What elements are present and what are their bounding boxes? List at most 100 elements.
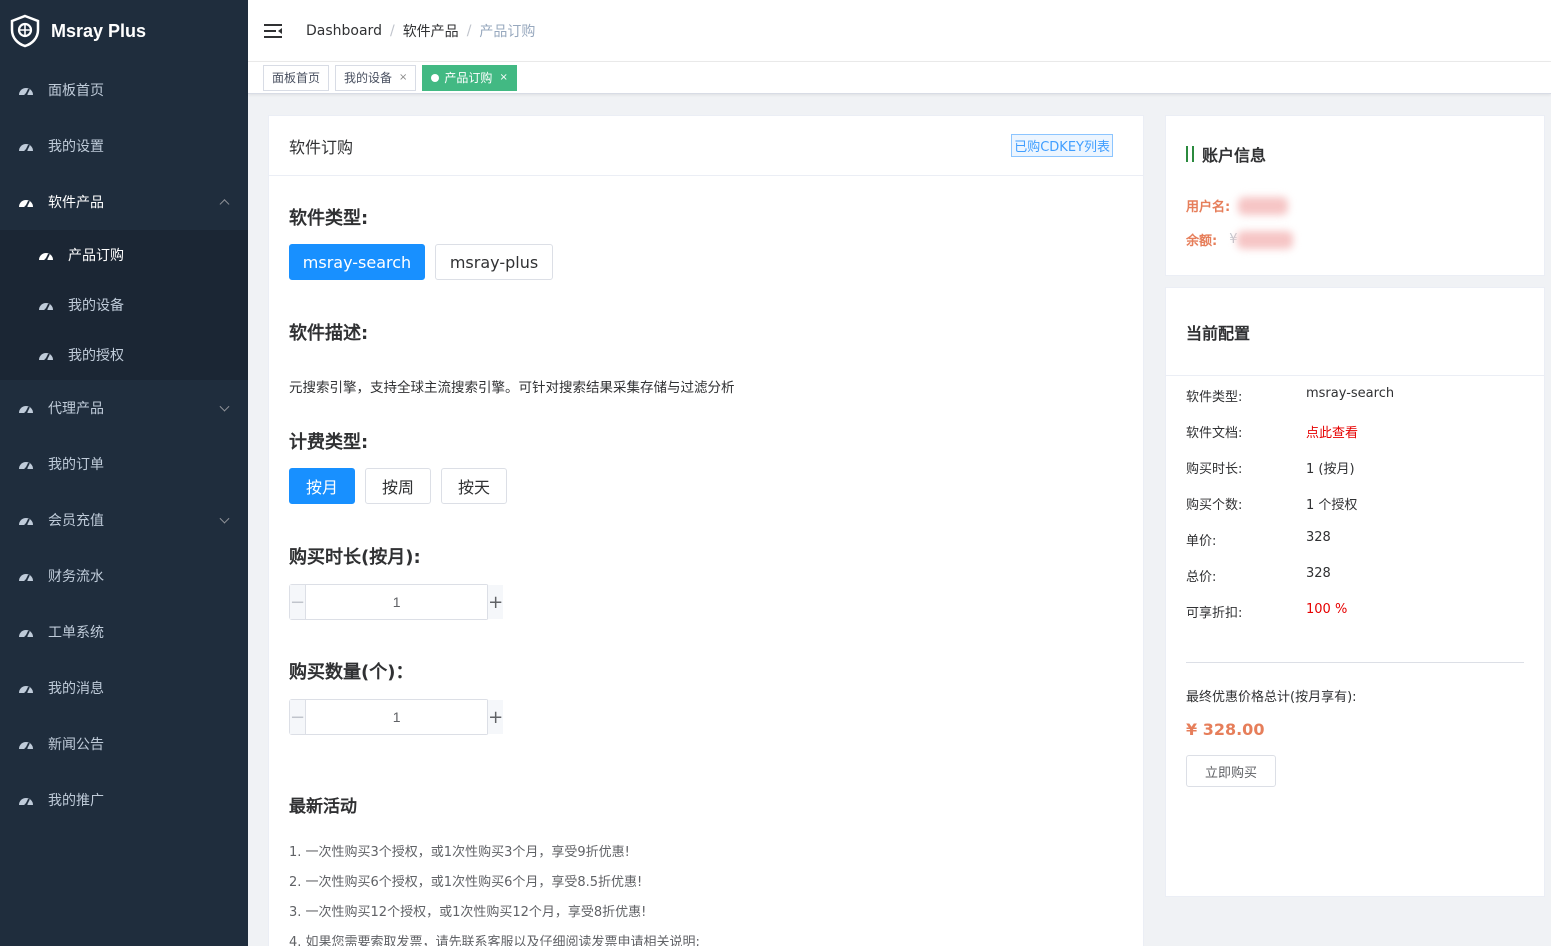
buy-now-button[interactable]: 立即购买 xyxy=(1186,755,1276,787)
sidebar-item-label: 我的授权 xyxy=(68,348,124,364)
sidebar-item-label: 面板首页 xyxy=(48,83,104,99)
chevron-down-icon xyxy=(219,401,230,412)
order-card-title: 软件订购 xyxy=(289,137,354,157)
breadcrumb: Dashboard / 软件产品 / 产品订购 xyxy=(306,21,535,41)
billing-daily-button[interactable]: 按天 xyxy=(441,468,507,504)
order-card: 软件订购 已购CDKEY列表 软件类型: msray-search msray-… xyxy=(268,115,1144,946)
promo-heading: 最新活动 xyxy=(289,797,357,817)
username-redacted xyxy=(1238,196,1289,215)
balance-redacted xyxy=(1237,230,1294,249)
config-key: 单价: xyxy=(1186,534,1217,549)
docs-link[interactable]: 点此查看 xyxy=(1306,422,1358,441)
sidebar-item-product-order[interactable]: 产品订购 xyxy=(0,230,248,280)
sidebar-item-dashboard[interactable]: 面板首页 xyxy=(0,62,248,118)
dashboard-icon xyxy=(19,406,33,415)
config-row-quantity: 购买个数: 1 个授权 xyxy=(1186,494,1357,513)
sidebar: Msray Plus 面板首页 我的设置 软件产品 产品订购 我的设备 我的授权… xyxy=(0,0,248,946)
sidebar-item-news[interactable]: 新闻公告 xyxy=(0,716,248,772)
billing-type-heading: 计费类型: xyxy=(289,432,369,453)
software-type-heading: 软件类型: xyxy=(289,208,369,229)
config-row-duration: 购买时长: 1 (按月) xyxy=(1186,458,1355,477)
logo[interactable]: Msray Plus xyxy=(0,0,248,62)
sidebar-item-label: 我的设备 xyxy=(68,298,124,314)
dashboard-icon xyxy=(19,200,33,209)
close-icon[interactable]: × xyxy=(499,72,507,83)
current-config-title: 当前配置 xyxy=(1166,288,1544,376)
balance-label: 余额: xyxy=(1186,234,1218,249)
promo-item: 3. 一次性购买12个授权，或1次性购买12个月，享受8折优惠! xyxy=(289,905,647,920)
tag-dashboard[interactable]: 面板首页 xyxy=(263,64,330,91)
tag-my-devices[interactable]: 我的设备 × xyxy=(335,64,417,91)
sidebar-item-label: 会员充值 xyxy=(48,513,104,529)
order-card-header: 软件订购 已购CDKEY列表 xyxy=(269,116,1143,176)
quantity-input[interactable] xyxy=(306,700,488,734)
sidebar-item-software-products[interactable]: 软件产品 xyxy=(0,174,248,230)
dashboard-icon xyxy=(39,353,53,362)
final-price-value: ¥ 328.00 xyxy=(1186,720,1265,739)
promo-item: 2. 一次性购买6个授权，或1次性购买6个月，享受8.5折优惠! xyxy=(289,875,643,890)
sidebar-item-label: 我的订单 xyxy=(48,457,104,473)
sidebar-item-tickets[interactable]: 工单系统 xyxy=(0,604,248,660)
submenu-software-products: 产品订购 我的设备 我的授权 xyxy=(0,230,248,380)
duration-heading: 购买时长(按月): xyxy=(289,547,421,568)
billing-weekly-button[interactable]: 按周 xyxy=(365,468,431,504)
title-bar-icon xyxy=(1186,146,1196,162)
promo-item: 4. 如果您需要索取发票，请先联系客服以及仔细阅读发票申请相关说明; xyxy=(289,935,700,946)
shield-logo-icon xyxy=(10,14,40,48)
close-icon[interactable]: × xyxy=(399,72,407,83)
sidebar-item-label: 工单系统 xyxy=(48,625,104,641)
menu-fold-icon[interactable] xyxy=(264,23,282,38)
config-key: 可享折扣: xyxy=(1186,606,1243,621)
config-key: 购买个数: xyxy=(1186,498,1243,513)
sidebar-item-my-devices[interactable]: 我的设备 xyxy=(0,280,248,330)
config-row-unit-price: 单价: 328 xyxy=(1186,530,1331,549)
sidebar-item-label: 财务流水 xyxy=(48,569,104,585)
account-info-card: 账户信息 用户名: 余额: ¥ xyxy=(1165,115,1545,276)
dashboard-icon xyxy=(19,88,33,97)
increase-button[interactable]: + xyxy=(487,585,504,619)
config-row-software-type: 软件类型: msray-search xyxy=(1186,386,1394,405)
config-row-discount: 可享折扣: 100 % xyxy=(1186,602,1347,621)
dashboard-icon xyxy=(19,686,33,695)
divider xyxy=(1186,662,1524,663)
balance-row: 余额: ¥ xyxy=(1186,230,1294,249)
sidebar-item-promotion[interactable]: 我的推广 xyxy=(0,772,248,828)
software-type-msray-plus[interactable]: msray-plus xyxy=(435,244,553,280)
billing-monthly-button[interactable]: 按月 xyxy=(289,468,355,504)
sidebar-item-my-orders[interactable]: 我的订单 xyxy=(0,436,248,492)
dashboard-icon xyxy=(39,253,53,262)
chevron-up-icon xyxy=(219,199,230,210)
cdkey-list-button[interactable]: 已购CDKEY列表 xyxy=(1011,134,1113,157)
brand-name: Msray Plus xyxy=(51,20,147,41)
dashboard-icon xyxy=(19,144,33,153)
account-info-title-text: 账户信息 xyxy=(1202,146,1267,165)
breadcrumb-item-current: 产品订购 xyxy=(479,23,536,40)
active-dot-icon xyxy=(431,73,440,82)
sidebar-item-settings[interactable]: 我的设置 xyxy=(0,118,248,174)
decrease-button[interactable]: − xyxy=(290,585,307,619)
breadcrumb-item[interactable]: 软件产品 xyxy=(403,21,459,41)
sidebar-item-finance[interactable]: 财务流水 xyxy=(0,548,248,604)
dashboard-icon xyxy=(39,303,53,312)
tag-label: 面板首页 xyxy=(272,71,321,85)
sidebar-item-my-licenses[interactable]: 我的授权 xyxy=(0,330,248,380)
current-config-card: 当前配置 软件类型: msray-search 软件文档: 点此查看 购买时长:… xyxy=(1165,287,1545,897)
username-row: 用户名: xyxy=(1186,196,1289,215)
sidebar-item-messages[interactable]: 我的消息 xyxy=(0,660,248,716)
dashboard-icon xyxy=(19,574,33,583)
duration-input[interactable] xyxy=(306,585,488,619)
tag-product-order[interactable]: 产品订购 × xyxy=(422,64,517,91)
quantity-stepper: − + xyxy=(289,699,504,735)
sidebar-item-label: 产品订购 xyxy=(68,248,124,264)
software-type-msray-search[interactable]: msray-search xyxy=(289,244,425,280)
tags-view: 面板首页 我的设备 × 产品订购 × xyxy=(248,62,1551,94)
sidebar-item-label: 软件产品 xyxy=(48,195,104,211)
account-info-title: 账户信息 xyxy=(1186,142,1266,166)
sidebar-item-recharge[interactable]: 会员充值 xyxy=(0,492,248,548)
increase-button[interactable]: + xyxy=(487,700,504,734)
sidebar-item-label: 我的设置 xyxy=(48,139,104,155)
sidebar-item-agent-products[interactable]: 代理产品 xyxy=(0,380,248,436)
breadcrumb-item[interactable]: Dashboard xyxy=(306,23,382,39)
decrease-button[interactable]: − xyxy=(290,700,307,734)
config-value: 1 (按月) xyxy=(1306,462,1355,477)
